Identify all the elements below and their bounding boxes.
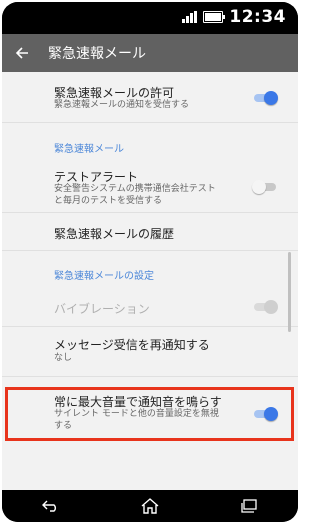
phone-frame: 12:34 緊急速報メール 緊急速報メールの許可 緊急速報メールの通知を受信する… (0, 0, 318, 524)
settings-list: 緊急速報メールの許可 緊急速報メールの通知を受信する 緊急速報メール テストアラ… (2, 72, 298, 490)
signal-icon (182, 11, 198, 23)
setting-test-alert-summary-2: と毎月のテストを受信する (54, 196, 163, 206)
page-title: 緊急速報メール (48, 46, 146, 62)
setting-vibration-row: バイブレーション (2, 288, 298, 327)
setting-history-title: 緊急速報メールの履歴 (54, 227, 175, 241)
setting-renotify-title: メッセージ受信を再通知する (54, 338, 210, 352)
allow-toggle[interactable] (252, 91, 278, 105)
setting-renotify-summary: なし (54, 353, 73, 363)
setting-renotify-row[interactable]: メッセージ受信を再通知する なし (2, 326, 298, 377)
section-header-alert: 緊急速報メール (54, 144, 124, 155)
navigation-bar (2, 490, 298, 522)
setting-allow-summary: 緊急速報メールの通知を受信する (54, 100, 190, 110)
vibration-toggle (252, 300, 278, 314)
device-screen: 12:34 緊急速報メール 緊急速報メールの許可 緊急速報メールの通知を受信する… (2, 2, 298, 522)
scrollbar[interactable] (288, 252, 291, 332)
status-bar: 12:34 (2, 2, 298, 34)
setting-history-row[interactable]: 緊急速報メールの履歴 (2, 212, 298, 251)
section-header-row-2: 緊急速報メールの設定 (2, 250, 298, 288)
setting-vibration-title: バイブレーション (54, 302, 150, 316)
home-icon[interactable] (130, 490, 170, 522)
section-header-settings: 緊急速報メールの設定 (54, 271, 154, 282)
back-arrow-icon[interactable] (2, 34, 42, 72)
highlight-box (5, 387, 294, 441)
setting-test-alert-row[interactable]: テストアラート 安全警告システムの携帯通信会社テスト と毎月のテストを受信する (2, 160, 298, 213)
setting-test-alert-summary-1: 安全警告システムの携帯通信会社テスト (54, 184, 216, 194)
battery-icon (203, 11, 226, 23)
status-clock: 12:34 (229, 7, 286, 27)
recents-icon[interactable] (229, 490, 269, 522)
section-header-row: 緊急速報メール (2, 122, 298, 160)
test-alert-toggle[interactable] (252, 180, 278, 194)
status-icons: 12:34 (182, 7, 286, 27)
back-icon[interactable] (31, 490, 71, 522)
setting-allow-row[interactable]: 緊急速報メールの許可 緊急速報メールの通知を受信する (2, 72, 298, 123)
app-bar: 緊急速報メール (2, 34, 298, 72)
